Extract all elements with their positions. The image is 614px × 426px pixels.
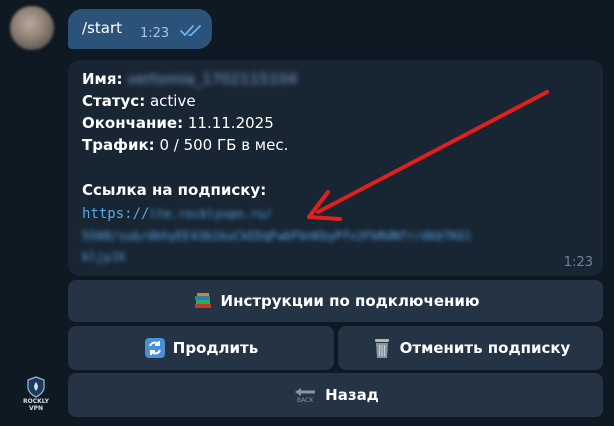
status-line: Статус: active [82, 91, 196, 111]
expiry-value: 11.11.2025 [187, 114, 274, 132]
link-hidden-part-2[interactable]: 5500/sub/dkhyEE43b1kuCkEDqFwbFbnKbyPfv2F… [82, 229, 472, 243]
subscription-link-line-2[interactable]: 5500/sub/dkhyEE43b1kuCkEDqFwbFbnKbyPfv2F… [82, 225, 472, 246]
incoming-message-time: 1:23 [563, 255, 593, 270]
instructions-button-label: Инструкции по подключению [220, 292, 480, 310]
back-button-label: Назад [325, 386, 379, 404]
renew-button[interactable]: Продлить [68, 326, 334, 370]
traffic-value: 0 / 500 ГБ в мес. [159, 136, 289, 154]
double-check-icon [180, 25, 201, 36]
link-title-line: Ссылка на подписку: [82, 180, 266, 200]
status-value: active [149, 92, 196, 110]
name-value: vertomia_1702115104 [127, 70, 298, 88]
trash-icon [371, 337, 393, 359]
outgoing-message-time: 1:23 [140, 26, 170, 41]
expiry-label: Окончание: [82, 114, 184, 132]
user-avatar[interactable] [10, 6, 54, 50]
renew-button-label: Продлить [172, 339, 259, 357]
outgoing-message: /start 1:23 [68, 9, 212, 49]
back-arrow-icon: BACK [292, 384, 318, 406]
outgoing-message-text: /start [82, 19, 122, 37]
traffic-line: Трафик: 0 / 500 ГБ в мес. [82, 135, 288, 155]
subscription-link[interactable]: https://lte.rocklyvpn.ru/ [82, 203, 272, 224]
incoming-message: Имя: vertomia_1702115104 Статус: active … [68, 60, 603, 276]
shield-logo-icon [27, 376, 45, 398]
traffic-label: Трафик: [82, 136, 155, 154]
cancel-subscription-button[interactable]: Отменить подписку [338, 326, 603, 370]
bot-avatar-line-2: VPN [28, 405, 44, 412]
back-button[interactable]: BACK Назад [68, 373, 603, 417]
bot-avatar[interactable]: ROCKLY VPN [20, 376, 52, 416]
name-line: Имя: vertomia_1702115104 [82, 69, 297, 89]
link-label: Ссылка на подписку: [82, 181, 267, 199]
expiry-line: Окончание: 11.11.2025 [82, 113, 274, 133]
link-hidden-part-1[interactable]: lte.rocklyvpn.ru/ [149, 207, 272, 221]
name-label: Имя: [82, 70, 123, 88]
books-icon [192, 290, 214, 312]
instructions-button[interactable]: Инструкции по подключению [68, 280, 603, 322]
status-label: Статус: [82, 92, 146, 110]
back-icon-text: BACK [297, 396, 314, 404]
refresh-icon [144, 337, 166, 359]
bot-avatar-line-1: ROCKLY [22, 398, 49, 405]
subscription-link-line-3[interactable]: kljyJX [82, 246, 125, 267]
link-hidden-part-3[interactable]: kljyJX [82, 250, 125, 264]
cancel-subscription-button-label: Отменить подписку [399, 339, 571, 357]
link-visible-part[interactable]: https:// [82, 206, 149, 222]
